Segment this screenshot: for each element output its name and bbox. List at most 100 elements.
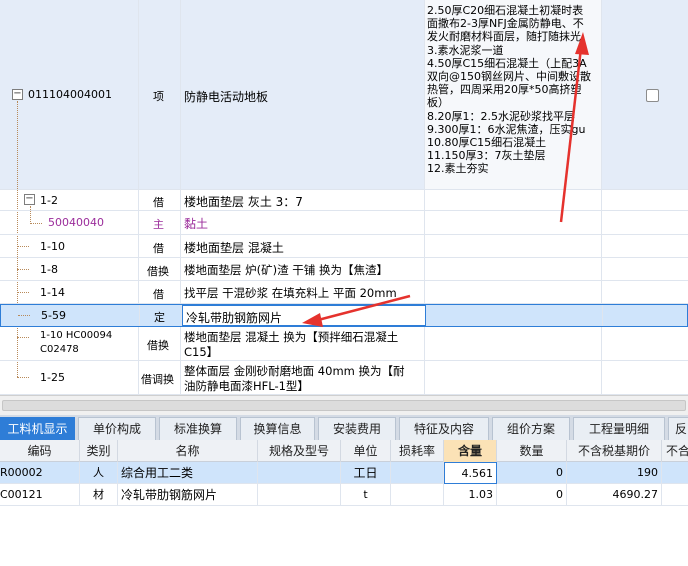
- cell-desc: [425, 190, 602, 210]
- item-feature-description[interactable]: 2.50厚C20细石混凝土初凝时表 面撒布2-3厚NFJ金属防静电、不 发火耐磨…: [425, 0, 602, 189]
- quota-code: 1-10: [40, 240, 65, 253]
- tree-line: [17, 377, 29, 378]
- col-header-quantity[interactable]: 数量: [497, 440, 567, 462]
- col-header-more[interactable]: 不合: [662, 440, 688, 462]
- grid-header: 编码 类别 名称 规格及型号 单位 损耗率 含量 数量 不含税基期价 不合: [0, 440, 688, 462]
- quota-type: 借换: [147, 265, 169, 278]
- collapse-icon[interactable]: −: [12, 89, 23, 100]
- col-header-name[interactable]: 名称: [118, 440, 258, 462]
- tab-quantity-detail[interactable]: 工程量明细: [573, 417, 665, 440]
- desc-line: 双向@150钢丝网片、中间敷设散: [427, 70, 591, 84]
- desc-line: 9.300厚1：6水泥焦渣，压实gu: [427, 122, 586, 136]
- quota-name: 楼地面垫层 灰土 3：7: [184, 195, 303, 209]
- cell-check: [602, 258, 688, 280]
- col-header-content[interactable]: 含量: [444, 440, 497, 462]
- scrollbar-thumb[interactable]: [2, 400, 686, 411]
- tab-standard-conversion[interactable]: 标准换算: [159, 417, 237, 440]
- cell-type: 借换: [139, 327, 181, 360]
- cell-unit: t: [341, 484, 391, 506]
- tree-row-material[interactable]: 50040040 主 黏土: [0, 211, 688, 235]
- col-header-spec[interactable]: 规格及型号: [258, 440, 341, 462]
- quota-name: 楼地面垫层 炉(矿)渣 干铺 换为【焦渣】: [184, 263, 388, 277]
- cell-quantity: 0: [497, 484, 567, 506]
- quota-code: 5-59: [41, 309, 66, 322]
- cell-check: [602, 235, 688, 257]
- cell-base-price: 190: [567, 462, 662, 484]
- col-header-category[interactable]: 类别: [80, 440, 118, 462]
- col-header-code[interactable]: 编码: [0, 440, 80, 462]
- tree-row-quota[interactable]: 1-14 借 找平层 干混砂浆 在填充料上 平面 20mm: [0, 281, 688, 304]
- col-header-unit[interactable]: 单位: [341, 440, 391, 462]
- quota-code: 1-10 HC00094: [40, 330, 113, 341]
- cell-category: 材: [80, 484, 118, 506]
- tab-unit-price[interactable]: 单价构成: [78, 417, 156, 440]
- cell-code: 1-25: [0, 361, 139, 394]
- resource-row[interactable]: C00121 材 冷轧带肋钢筋网片 t 1.03 0 4690.27: [0, 484, 688, 506]
- cell-type: 项: [139, 0, 181, 189]
- desc-line: 12.素土夯实: [427, 162, 489, 176]
- tab-labor-material-machine[interactable]: 工料机显示: [0, 417, 75, 440]
- cell-quantity: 0: [497, 462, 567, 484]
- tab-pricing-scheme[interactable]: 组价方案: [492, 417, 570, 440]
- tree-row-quota[interactable]: 1-10 HC00094 C02478 借换 楼地面垫层 混凝土 换为【预拌细石…: [0, 327, 688, 361]
- cell-name: 整体面层 金刚砂耐磨地面 40mm 换为【耐 油防静电面漆HFL-1型】: [181, 361, 425, 394]
- cell-type: 借: [139, 281, 181, 303]
- quota-type: 借: [153, 242, 164, 255]
- quota-name-editor[interactable]: 冷轧带肋钢筋网片: [182, 305, 426, 326]
- quota-type: 借调换: [141, 373, 174, 386]
- col-header-loss-rate[interactable]: 损耗率: [391, 440, 444, 462]
- quota-code-line2: C02478: [40, 344, 79, 355]
- cell-check: [603, 305, 688, 326]
- cell-type: 借: [139, 235, 181, 257]
- content-input[interactable]: 4.561: [444, 462, 497, 484]
- row-checkbox[interactable]: [646, 89, 659, 102]
- tab-features-content[interactable]: 特征及内容: [399, 417, 489, 440]
- resource-grid: 编码 类别 名称 规格及型号 单位 损耗率 含量 数量 不含税基期价 不合 R0…: [0, 440, 688, 566]
- cell-name: 黏土: [181, 211, 425, 234]
- tree-row-item[interactable]: − 011104004001 项 防静电活动地板 2.50厚C20细石混凝土初凝…: [0, 0, 688, 190]
- quota-code: 1-8: [40, 263, 58, 276]
- tab-more[interactable]: 反: [668, 417, 688, 440]
- cell-desc: [425, 235, 602, 257]
- tree-row-quota[interactable]: 1-10 借 楼地面垫层 混凝土: [0, 235, 688, 258]
- cell-name: 防静电活动地板: [181, 0, 425, 189]
- cell-check: [602, 327, 688, 360]
- col-header-base-price[interactable]: 不含税基期价: [567, 440, 662, 462]
- quota-code: 1-25: [40, 371, 65, 384]
- desc-line: 11.150厚3：7灰土垫层: [427, 149, 546, 163]
- tree-row-quota[interactable]: 1-8 借换 楼地面垫层 炉(矿)渣 干铺 换为【焦渣】: [0, 258, 688, 281]
- quota-name: 冷轧带肋钢筋网片: [186, 311, 283, 325]
- cell-more: [662, 462, 688, 484]
- item-type: 项: [153, 90, 164, 103]
- cell-code: R00002: [0, 462, 80, 484]
- desc-line: 4.50厚C15细石混凝土（上配3A: [427, 56, 587, 70]
- desc-line: 热管，四周采用20厚*50高挤塑: [427, 83, 582, 97]
- tab-conversion-info[interactable]: 换算信息: [240, 417, 315, 440]
- tree-line: [30, 223, 42, 224]
- cell-check: [602, 190, 688, 210]
- tree-line: [17, 269, 29, 270]
- collapse-icon[interactable]: −: [24, 194, 35, 205]
- horizontal-scrollbar[interactable]: [0, 395, 688, 415]
- cell-desc: [425, 211, 602, 234]
- cell-desc: [425, 327, 602, 360]
- desc-line: 10.80厚C15细石混凝土: [427, 136, 547, 150]
- tree-row-quota[interactable]: 1-25 借调换 整体面层 金刚砂耐磨地面 40mm 换为【耐 油防静电面漆HF…: [0, 361, 688, 395]
- tree-row-quota-selected[interactable]: 5-59 定 冷轧带肋钢筋网片: [0, 304, 688, 327]
- tree-line: [18, 315, 30, 316]
- tree-row-quota[interactable]: − 1-2 借 楼地面垫层 灰土 3：7: [0, 190, 688, 211]
- cell-code: 1-8: [0, 258, 139, 280]
- cell-code: C00121: [0, 484, 80, 506]
- desc-line: 3.素水泥浆一道: [427, 43, 504, 57]
- cell-loss-rate: [391, 484, 444, 506]
- cell-code: 5-59: [1, 305, 140, 326]
- tab-installation-fee[interactable]: 安装费用: [318, 417, 396, 440]
- quota-name: 找平层 干混砂浆 在填充料上 平面 20mm: [184, 286, 397, 300]
- tree-line: [17, 337, 29, 338]
- cell-code: − 011104004001: [0, 0, 139, 189]
- cell-content[interactable]: 1.03: [444, 484, 497, 506]
- cell-type: 定: [140, 305, 182, 326]
- cell-code: 50040040: [0, 211, 139, 234]
- resource-row-selected[interactable]: R00002 人 综合用工二类 工日 4.561 0 190: [0, 462, 688, 484]
- cell-type: 借调换: [139, 361, 181, 394]
